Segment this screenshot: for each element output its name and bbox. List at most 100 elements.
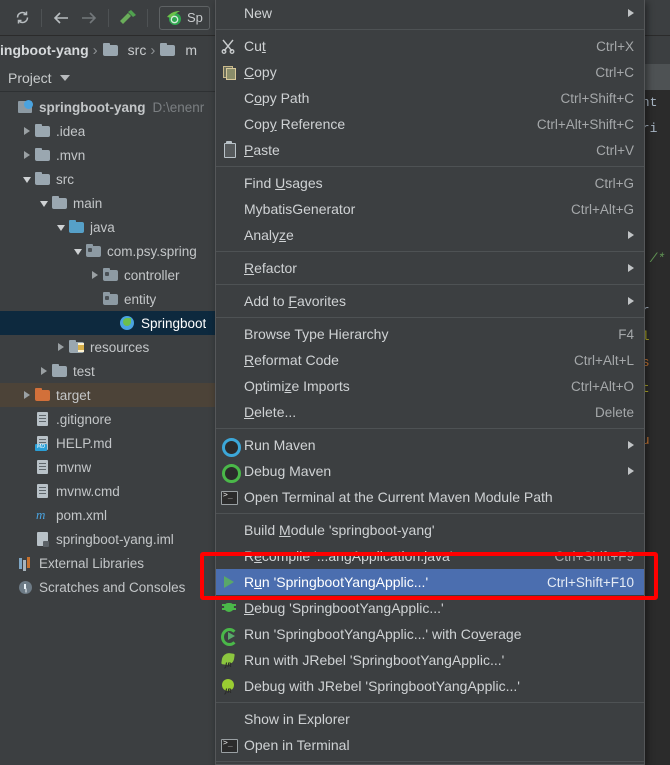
menu-item-debug-with-jrebel-springbootyangapplic[interactable]: Debug with JRebel 'SpringbootYangApplic.… (216, 673, 644, 699)
menu-item-run-springbootyangapplic-with-coverage[interactable]: Run 'SpringbootYangApplic...' with Cover… (216, 621, 644, 647)
menu-item-label: Analyze (244, 227, 294, 243)
menu-item-label: Build Module 'springboot-yang' (244, 522, 435, 538)
menu-item-analyze[interactable]: Analyze (216, 222, 644, 248)
tree-row-scratches-and-consoles[interactable]: Scratches and Consoles (0, 575, 215, 599)
chevron-right-icon[interactable] (628, 467, 634, 475)
tree-row-mvnw-cmd[interactable]: mvnw.cmd (0, 479, 215, 503)
menu-item-recompile-angapplication-java[interactable]: Recompile '...angApplication.java' Ctrl+S… (216, 543, 644, 569)
menu-item-run-maven[interactable]: Run Maven (216, 432, 644, 458)
menu-item-open-terminal-at-the-current-maven-module-path[interactable]: Open Terminal at the Current Maven Modul… (216, 484, 644, 510)
chevron-down-icon[interactable] (55, 221, 68, 234)
menu-item-build-module-springboot-yang[interactable]: Build Module 'springboot-yang' (216, 517, 644, 543)
menu-icon-placeholder (220, 548, 238, 564)
tree-row-gitignore[interactable]: .gitignore (0, 407, 215, 431)
menu-item-label: Debug Maven (244, 463, 332, 479)
menu-item-cut[interactable]: Cut Ctrl+X (216, 33, 644, 59)
tree-row-src[interactable]: src (0, 167, 215, 191)
libraries-icon (17, 555, 34, 571)
breadcrumb-item-project[interactable]: ingboot-yang (0, 42, 89, 58)
menu-item-label: Copy Reference (244, 116, 346, 132)
menu-icon-placeholder (220, 90, 238, 106)
chevron-down-icon[interactable] (21, 173, 34, 186)
tree-row-springboot[interactable]: Springboot (0, 311, 215, 335)
menu-item-debug-springbootyangapplic[interactable]: Debug 'SpringbootYangApplic...' (216, 595, 644, 621)
menu-item-optimize-imports[interactable]: Optimize Imports Ctrl+Alt+O (216, 373, 644, 399)
tree-row-help-md[interactable]: MD HELP.md (0, 431, 215, 455)
context-menu[interactable]: New Cut Ctrl+X Copy Ctrl+C Copy Path Ctrl+Shif… (215, 0, 645, 765)
chevron-right-icon[interactable] (21, 125, 34, 138)
chevron-right-icon[interactable] (89, 269, 102, 282)
run-configuration-selector[interactable]: Sp (159, 5, 210, 30)
tree-row-label: com.psy.spring (107, 243, 197, 259)
menu-icon-placeholder (220, 201, 238, 217)
chevron-right-icon[interactable] (55, 341, 68, 354)
terminal-icon (220, 489, 238, 505)
menu-item-label: Run Maven (244, 437, 316, 453)
tree-row-pom-xml[interactable]: m pom.xml (0, 503, 215, 527)
menu-item-copy[interactable]: Copy Ctrl+C (216, 59, 644, 85)
toolbar-separator-2 (108, 8, 109, 27)
menu-item-copy-reference[interactable]: Copy Reference Ctrl+Alt+Shift+C (216, 111, 644, 137)
chevron-right-icon[interactable] (21, 149, 34, 162)
menu-item-reformat-code[interactable]: Reformat Code Ctrl+Alt+L (216, 347, 644, 373)
chevron-right-icon[interactable] (628, 297, 634, 305)
tree-row-test[interactable]: test (0, 359, 215, 383)
tree-row-com-psy-spring[interactable]: com.psy.spring (0, 239, 215, 263)
tree-row-resources[interactable]: resources (0, 335, 215, 359)
tree-row-label: .gitignore (56, 411, 112, 427)
forward-arrow-svg (82, 11, 97, 24)
tree-row-entity[interactable]: entity (0, 287, 215, 311)
chevron-right-icon[interactable] (628, 231, 634, 239)
chevron-right-icon[interactable] (628, 264, 634, 272)
tree-row-controller[interactable]: controller (0, 263, 215, 287)
menu-item-debug-maven[interactable]: Debug Maven (216, 458, 644, 484)
menu-item-label: Add to Favorites (244, 293, 346, 309)
menu-separator (216, 428, 644, 429)
chevron-down-icon[interactable] (38, 197, 51, 210)
project-panel-header[interactable]: Project (0, 64, 215, 92)
file-icon (34, 459, 51, 475)
menu-item-paste[interactable]: Paste Ctrl+V (216, 137, 644, 163)
menu-item-run-with-jrebel-springbootyangapplic[interactable]: Run with JRebel 'SpringbootYangApplic...… (216, 647, 644, 673)
tree-row-idea[interactable]: .idea (0, 119, 215, 143)
spring-class-icon (119, 315, 136, 331)
tree-row-external-libraries[interactable]: External Libraries (0, 551, 215, 575)
menu-item-browse-type-hierarchy[interactable]: Browse Type Hierarchy F4 (216, 321, 644, 347)
tree-row-label: pom.xml (56, 507, 108, 523)
chevron-right-icon[interactable] (628, 441, 634, 449)
resources-folder-icon (68, 339, 85, 355)
chevron-right-icon[interactable] (628, 9, 634, 17)
tree-row-main[interactable]: main (0, 191, 215, 215)
menu-item-show-in-explorer[interactable]: Show in Explorer (216, 706, 644, 732)
tree-row-mvn[interactable]: .mvn (0, 143, 215, 167)
tree-row-java[interactable]: java (0, 215, 215, 239)
menu-item-label: Debug with JRebel 'SpringbootYangApplic.… (244, 678, 520, 694)
tree-row-path: D:\enenr (152, 99, 205, 115)
forward-arrow-icon[interactable] (75, 5, 103, 31)
menu-item-new[interactable]: New (216, 0, 644, 26)
menu-item-refactor[interactable]: Refactor (216, 255, 644, 281)
menu-item-find-usages[interactable]: Find Usages Ctrl+G (216, 170, 644, 196)
chevron-right-icon[interactable] (21, 389, 34, 402)
build-hammer-icon[interactable] (114, 5, 142, 31)
tree-row-mvnw[interactable]: mvnw (0, 455, 215, 479)
chevron-right-icon[interactable] (38, 365, 51, 378)
breadcrumb-item-main[interactable]: m (159, 42, 197, 58)
tree-row-target[interactable]: target (0, 383, 215, 407)
tree-row-springboot-yang[interactable]: springboot-yang D:\enenr (0, 95, 215, 119)
breadcrumb-item-src[interactable]: src (102, 42, 146, 58)
tree-row-label: .idea (56, 123, 86, 139)
project-tree-scrollbar[interactable] (207, 95, 214, 755)
menu-item-add-to-favorites[interactable]: Add to Favorites (216, 288, 644, 314)
chevron-down-icon[interactable] (72, 245, 85, 258)
menu-item-mybatisgenerator[interactable]: MybatisGenerator Ctrl+Alt+G (216, 196, 644, 222)
sync-icon[interactable] (8, 5, 36, 31)
menu-item-open-in-terminal[interactable]: Open in Terminal (216, 732, 644, 758)
menu-item-delete[interactable]: Delete... Delete (216, 399, 644, 425)
menu-item-run-springbootyangapplic[interactable]: Run 'SpringbootYangApplic...' Ctrl+Shift+… (216, 569, 644, 595)
chevron-down-icon[interactable] (59, 74, 70, 81)
back-arrow-icon[interactable] (47, 5, 75, 31)
menu-item-copy-path[interactable]: Copy Path Ctrl+Shift+C (216, 85, 644, 111)
tree-row-springboot-yang-iml[interactable]: springboot-yang.iml (0, 527, 215, 551)
project-tree[interactable]: springboot-yang D:\enenr .idea .mvn src main j… (0, 95, 215, 765)
